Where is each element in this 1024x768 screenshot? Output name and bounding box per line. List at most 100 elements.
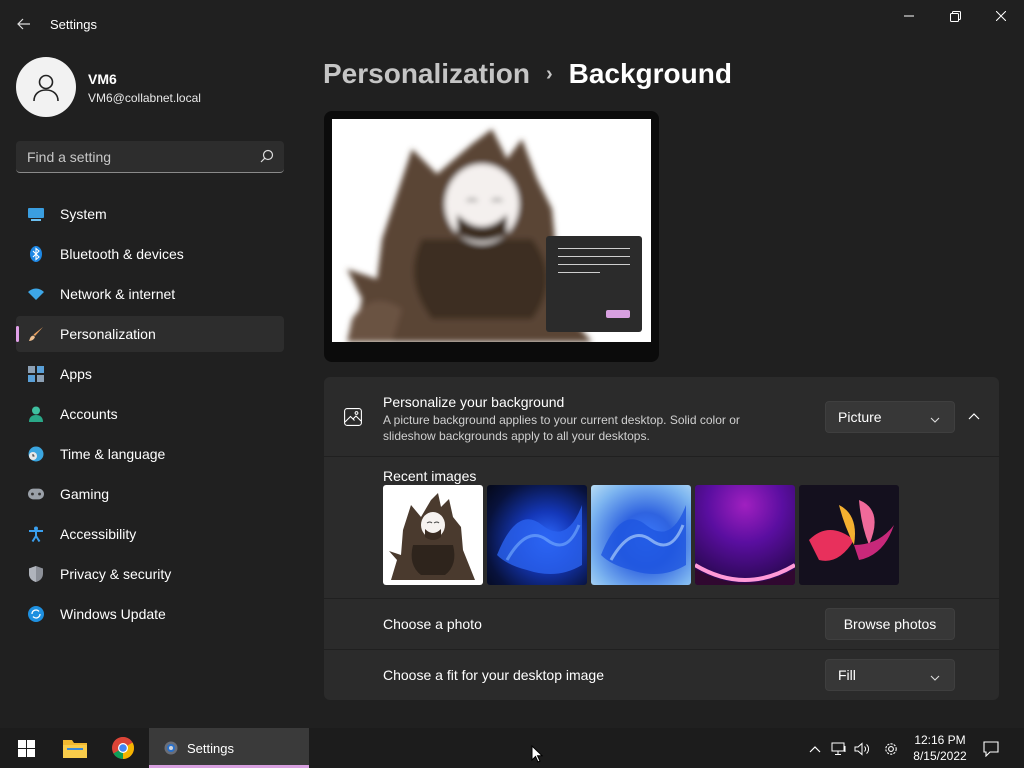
taskbar-settings-app[interactable]: Settings	[149, 728, 309, 768]
chevron-up-icon	[968, 413, 980, 420]
mouse-cursor-icon	[531, 744, 544, 768]
update-icon	[28, 606, 44, 622]
close-button[interactable]	[978, 4, 1024, 28]
gear-icon	[164, 741, 178, 755]
section-description: A picture background applies to your cur…	[383, 413, 740, 443]
person-icon	[33, 74, 59, 102]
search-input[interactable]	[16, 141, 256, 172]
sidebar-item-gaming[interactable]: Gaming	[16, 476, 284, 512]
close-icon	[996, 11, 1006, 21]
breadcrumb: Personalization › Background	[323, 58, 732, 90]
choose-photo-card: Choose a photo Browse photos	[324, 599, 999, 649]
windows-logo-icon	[17, 739, 35, 757]
fit-dropdown[interactable]: Fill	[825, 659, 955, 691]
taskbar: Settings 12:16 PM 8/15/2022	[0, 728, 1024, 768]
sidebar-item-accessibility[interactable]: Accessibility	[16, 516, 284, 552]
chrome-icon	[112, 737, 134, 759]
sidebar-item-label: Gaming	[60, 486, 110, 502]
recent-image-thumbnail[interactable]	[383, 485, 483, 585]
chrome-button[interactable]	[104, 728, 142, 768]
sidebar-item-label: Privacy & security	[60, 566, 172, 582]
wifi-icon	[28, 286, 44, 302]
user-email: VM6@collabnet.local	[88, 91, 201, 105]
sidebar-item-label: Accounts	[60, 406, 118, 422]
taskbar-app-label: Settings	[187, 740, 234, 756]
settings-tray-button[interactable]	[882, 740, 900, 758]
restore-button[interactable]	[932, 4, 978, 28]
search-box[interactable]	[16, 141, 284, 173]
clock-date: 8/15/2022	[913, 749, 967, 763]
shield-icon	[28, 566, 44, 582]
bluetooth-icon	[28, 246, 44, 262]
system-clock[interactable]: 12:16 PM 8/15/2022	[908, 732, 972, 764]
background-type-dropdown[interactable]: Picture	[825, 401, 955, 433]
fit-card: Choose a fit for your desktop image Fill	[324, 650, 999, 700]
volume-tray-button[interactable]	[853, 740, 871, 758]
folder-icon	[63, 740, 87, 758]
sidebar-item-label: Apps	[60, 366, 92, 382]
avatar	[16, 57, 76, 117]
sidebar-item-label: Time & language	[60, 446, 166, 462]
recent-image-thumbnail[interactable]	[695, 485, 795, 585]
recent-image-thumbnail[interactable]	[487, 485, 587, 585]
preview-window-mock	[546, 236, 642, 332]
accessibility-icon	[28, 526, 44, 542]
recent-images-card: Recent images	[324, 457, 999, 598]
browse-photos-button[interactable]: Browse photos	[825, 608, 955, 640]
title-bar: Settings	[0, 0, 1024, 48]
collapse-button[interactable]	[962, 405, 986, 429]
fit-label: Choose a fit for your desktop image	[383, 667, 605, 683]
notification-center-button[interactable]	[982, 740, 1000, 758]
page-title: Background	[568, 58, 732, 89]
sidebar-nav: System Bluetooth & devices Network & int…	[16, 196, 284, 636]
picture-icon	[344, 408, 362, 431]
wallpaper-preview	[332, 119, 651, 342]
minimize-button[interactable]	[886, 4, 932, 28]
network-tray-button[interactable]	[830, 740, 848, 758]
user-name: VM6	[88, 71, 117, 87]
chevron-down-icon	[930, 670, 940, 686]
dropdown-value: Fill	[838, 667, 856, 683]
speaker-icon	[854, 742, 869, 756]
arrow-left-icon	[17, 18, 30, 30]
choose-photo-label: Choose a photo	[383, 616, 482, 632]
restore-icon	[949, 10, 961, 22]
breadcrumb-parent[interactable]: Personalization	[323, 58, 530, 90]
back-button[interactable]	[10, 10, 38, 38]
gear-icon	[885, 743, 897, 755]
person-icon	[28, 406, 44, 422]
show-hidden-icons-button[interactable]	[806, 740, 824, 758]
sidebar-item-windows-update[interactable]: Windows Update	[16, 596, 284, 632]
notification-icon	[983, 741, 999, 757]
monitor-icon	[28, 206, 44, 222]
dropdown-value: Picture	[838, 409, 882, 425]
sidebar-item-system[interactable]: System	[16, 196, 284, 232]
start-button[interactable]	[8, 728, 44, 768]
recent-image-thumbnail[interactable]	[799, 485, 899, 585]
chevron-down-icon	[930, 412, 940, 428]
sidebar-item-time-language[interactable]: Time & language	[16, 436, 284, 472]
sidebar-item-privacy[interactable]: Privacy & security	[16, 556, 284, 592]
sidebar-item-apps[interactable]: Apps	[16, 356, 284, 392]
desktop-preview	[324, 111, 659, 362]
gamepad-icon	[28, 486, 44, 502]
clock-time: 12:16 PM	[914, 733, 966, 747]
recent-image-thumbnail[interactable]	[591, 485, 691, 585]
apps-icon	[28, 366, 44, 382]
file-explorer-button[interactable]	[56, 728, 94, 768]
app-title: Settings	[50, 17, 97, 32]
search-icon	[260, 149, 274, 168]
sidebar-item-bluetooth[interactable]: Bluetooth & devices	[16, 236, 284, 272]
recent-images-list	[383, 485, 899, 585]
section-title: Personalize your background	[383, 394, 565, 410]
network-icon	[831, 742, 846, 755]
minimize-icon	[904, 15, 914, 17]
chevron-right-icon: ›	[545, 62, 553, 85]
clock-globe-icon	[28, 446, 44, 462]
recent-images-label: Recent images	[383, 468, 477, 484]
sidebar-item-label: Network & internet	[60, 286, 176, 302]
sidebar-item-label: System	[60, 206, 107, 222]
sidebar-item-network[interactable]: Network & internet	[16, 276, 284, 312]
sidebar-item-accounts[interactable]: Accounts	[16, 396, 284, 432]
sidebar-item-personalization[interactable]: Personalization	[16, 316, 284, 352]
